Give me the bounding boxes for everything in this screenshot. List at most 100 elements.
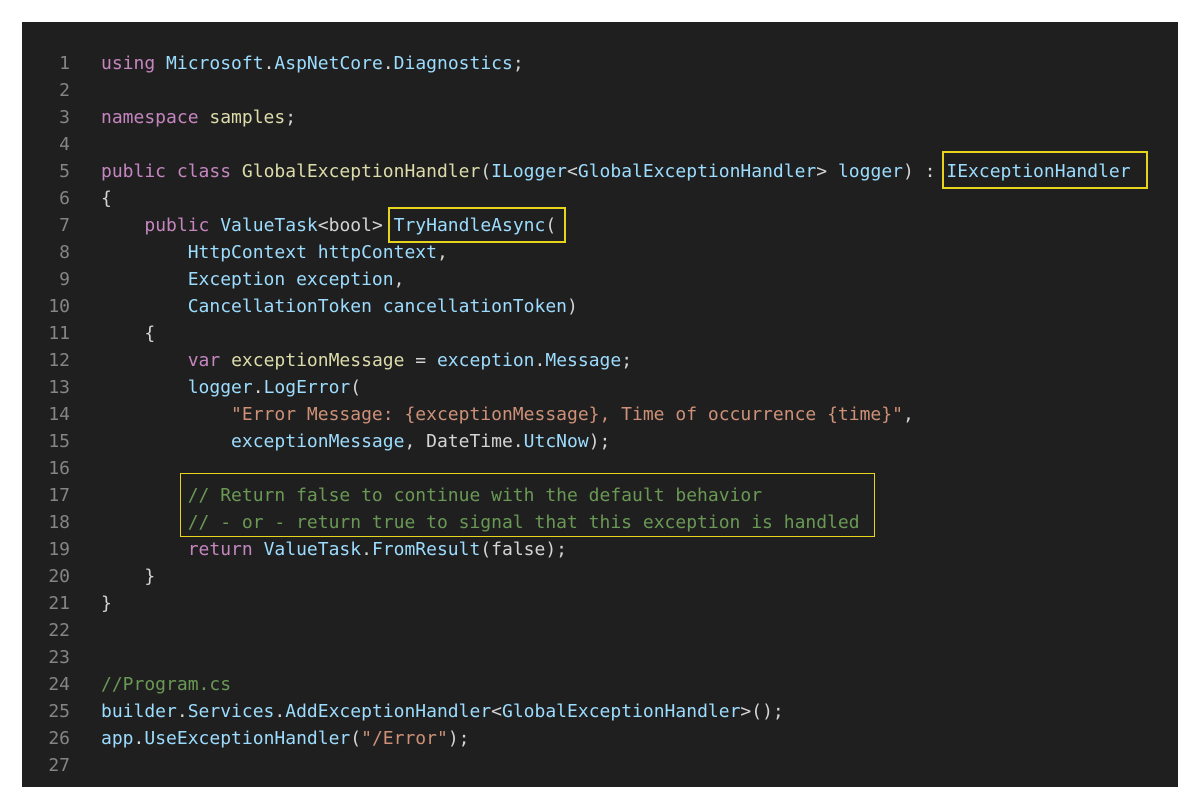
code-token: (false); (480, 539, 568, 560)
line-number: 25 (48, 701, 70, 722)
line-number: 10 (48, 296, 70, 317)
code-token: Services (187, 701, 275, 722)
code-token: app (101, 728, 134, 749)
code-line: 13 logger.LogError( (22, 374, 1178, 401)
code-token: AspNetCore (274, 53, 383, 74)
code-token: CancellationToken cancellationToken (187, 296, 567, 317)
line-number: 24 (48, 674, 70, 695)
line-number: 27 (48, 755, 70, 776)
line-number: 2 (59, 80, 70, 101)
code-token: logger (187, 377, 253, 398)
line-number: 22 (48, 620, 70, 641)
code-token: ( (480, 161, 492, 182)
code-text: // Return false to continue with the def… (101, 482, 762, 509)
code-line: 14 "Error Message: {exceptionMessage}, T… (22, 401, 1178, 428)
code-text: } (101, 590, 112, 617)
line-number: 19 (48, 539, 70, 560)
line-number: 16 (48, 458, 70, 479)
code-token: ValueTask (220, 215, 318, 236)
code-line: 9 Exception exception, (22, 266, 1178, 293)
code-line: 26 app.UseExceptionHandler("/Error"); (22, 725, 1178, 752)
code-token: ( (350, 377, 362, 398)
line-number: 21 (48, 593, 70, 614)
code-token: TryHandleAsync (393, 215, 546, 236)
line-number: 1 (59, 53, 70, 74)
code-text: logger.LogError( (101, 374, 361, 401)
line-number: 12 (48, 350, 70, 371)
line-number: 3 (59, 107, 70, 128)
code-token: . (263, 53, 275, 74)
code-text: return ValueTask.FromResult(false); (101, 536, 567, 563)
code-line: 21} (22, 590, 1178, 617)
code-text: CancellationToken cancellationToken) (101, 293, 578, 320)
code-token: UtcNow (523, 431, 589, 452)
code-token: logger (837, 161, 903, 182)
code-token: "Error Message: {exceptionMessage}, Time… (231, 404, 903, 425)
code-token: namespace (101, 107, 210, 128)
code-token: ) (567, 296, 578, 317)
code-line: 18 // - or - return true to signal that … (22, 509, 1178, 536)
code-text: using Microsoft.AspNetCore.Diagnostics; (101, 50, 524, 77)
code-token: return (187, 539, 264, 560)
code-token: ( (350, 728, 362, 749)
code-token: ( (545, 215, 557, 236)
code-token: } (101, 593, 112, 614)
code-token: // Return false to continue with the def… (187, 485, 763, 506)
line-number: 8 (59, 242, 70, 263)
code-line: 8 HttpContext httpContext, (22, 239, 1178, 266)
line-number: 14 (48, 404, 70, 425)
code-token: { (101, 323, 156, 344)
code-token: AddExceptionHandler (285, 701, 492, 722)
code-line: 17 // Return false to continue with the … (22, 482, 1178, 509)
code-token: public (144, 215, 221, 236)
code-line: 12 var exceptionMessage = exception.Mess… (22, 347, 1178, 374)
code-token: , (902, 404, 914, 425)
code-token: IExceptionHandler (946, 161, 1131, 182)
code-token: GlobalExceptionHandler (502, 701, 741, 722)
code-token: ); (447, 728, 470, 749)
code-line: 6{ (22, 185, 1178, 212)
code-token: Exception exception (187, 269, 394, 290)
code-token: < (491, 701, 502, 722)
code-line: 1 using Microsoft.AspNetCore.Diagnostics; (22, 50, 1178, 77)
code-token: public class (101, 161, 242, 182)
code-line: 24 //Program.cs (22, 671, 1178, 698)
code-token: >(); (740, 701, 784, 722)
code-line: 20 } (22, 563, 1178, 590)
code-line: 7 public ValueTask<bool> TryHandleAsync( (22, 212, 1178, 239)
code-text: Exception exception, (101, 266, 405, 293)
code-line: 4 (22, 131, 1178, 158)
code-token: GlobalExceptionHandler (577, 161, 817, 182)
code-line: 5 public class GlobalExceptionHandler(ILo… (22, 158, 1178, 185)
code-text: // - or - return true to signal that thi… (101, 509, 860, 536)
code-token: exceptionMessage (231, 431, 405, 452)
code-screenshot-frame: 1 using Microsoft.AspNetCore.Diagnostics;… (22, 22, 1178, 787)
code-line: 23 (22, 644, 1178, 671)
code-token: . (361, 539, 372, 560)
line-number: 23 (48, 647, 70, 668)
code-token: samples (209, 107, 286, 128)
code-token: exceptionMessage (231, 350, 405, 371)
code-token: > (816, 161, 838, 182)
line-number: 6 (59, 188, 70, 209)
code-token: ) : (903, 161, 947, 182)
code-token: Microsoft (166, 53, 264, 74)
code-token: "/Error" (361, 728, 448, 749)
code-token: { (101, 188, 112, 209)
line-number: 7 (59, 215, 70, 236)
code-line: 2 (22, 77, 1178, 104)
code-text: exceptionMessage, DateTime.UtcNow); (101, 428, 610, 455)
line-number: 17 (48, 485, 70, 506)
code-token: exception (436, 350, 535, 371)
code-token: . (534, 350, 546, 371)
code-token: var (187, 350, 232, 371)
line-number: 5 (59, 161, 70, 182)
line-number: 11 (48, 323, 70, 344)
code-token: LogError (263, 377, 351, 398)
